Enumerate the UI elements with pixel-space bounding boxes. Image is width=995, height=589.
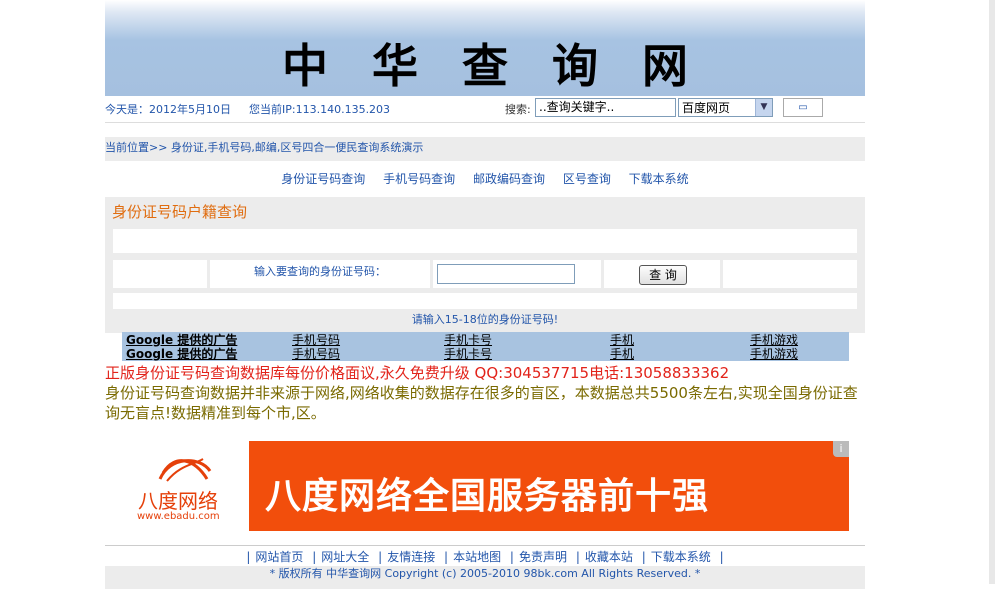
- footer-link-bookmark[interactable]: 收藏本站: [585, 550, 633, 564]
- ad-brand-name: 八度网络: [138, 489, 218, 513]
- panel-spacer-row: [113, 293, 857, 309]
- ad-link[interactable]: 手机号码: [292, 333, 340, 347]
- form-cell: [723, 260, 857, 288]
- panel-title: 身份证号码户籍查询: [112, 203, 248, 221]
- copyright: * 版权所有 中华查询网 Copyright (c) 2005-2010 98b…: [105, 566, 865, 589]
- current-date: 今天是：2012年5月10日: [105, 103, 231, 116]
- brand-logo-icon: [158, 458, 212, 482]
- panel-spacer-row: [113, 229, 857, 253]
- site-banner: 中华查询网: [105, 0, 865, 96]
- nav-postcode-query[interactable]: 邮政编码查询: [473, 172, 545, 186]
- footer-links: | 网站首页 | 网址大全 | 友情连接 | 本站地图 | 免责声明 | 收藏本站 | 下载本…: [246, 550, 724, 564]
- info-bar: 今天是：2012年5月10日 您当前IP:113.140.135.203 搜索:…: [105, 96, 865, 123]
- query-hint: 请输入15-18位的身份证号码!: [411, 313, 559, 326]
- search-engine-select[interactable]: 百度网页 ▼: [678, 98, 773, 117]
- page-container: 中华查询网 今天是：2012年5月10日 您当前IP:113.140.135.2…: [105, 0, 865, 589]
- promo-line-description: 身份证号码查询数据并非来源于网络,网络收集的数据存在很多的盲区，本数据总共550…: [105, 384, 858, 422]
- banner-ad[interactable]: 八度网络 www.ebadu.com 八度网络全国服务器前十强 i: [121, 441, 849, 531]
- site-title: 中华查询网: [282, 39, 732, 93]
- id-input-label: 输入要查询的身份证号码：: [210, 260, 430, 288]
- scrollbar[interactable]: [989, 0, 995, 584]
- query-form-row: 输入要查询的身份证号码： 查 询: [113, 260, 857, 288]
- ad-link[interactable]: 手机卡号: [444, 347, 492, 361]
- ad-logo: 八度网络 www.ebadu.com: [121, 441, 249, 531]
- form-cell: [113, 260, 207, 288]
- google-ad-links: Google 提供的广告 手机号码 手机卡号 手机 手机游戏 Google 提供…: [122, 332, 849, 361]
- ad-link[interactable]: 手机号码: [292, 347, 340, 361]
- promo-text: 正版身份证号码查询数据库每份价格面议,永久免费升级 QQ:304537715电话…: [105, 363, 865, 423]
- id-number-input[interactable]: [437, 264, 575, 284]
- ad-info-icon[interactable]: i: [833, 441, 849, 457]
- ad-link[interactable]: 手机游戏: [750, 333, 798, 347]
- ad-slogan: 八度网络全国服务器前十强: [265, 476, 710, 517]
- ad-link[interactable]: 手机: [610, 347, 634, 361]
- main-nav: 身份证号码查询 手机号码查询 邮政编码查询 区号查询 下载本系统: [105, 170, 865, 187]
- ad-brand-url: www.ebadu.com: [137, 511, 220, 522]
- id-query-panel: 身份证号码户籍查询 输入要查询的身份证号码： 查 询 请输入15-18位的身份证…: [105, 197, 865, 333]
- google-ad-label[interactable]: Google 提供的广告: [126, 333, 237, 347]
- ad-link[interactable]: 手机游戏: [750, 347, 798, 361]
- query-button[interactable]: 查 询: [639, 265, 687, 285]
- footer-link-disclaimer[interactable]: 免责声明: [519, 550, 567, 564]
- breadcrumb: 当前位置>> 身份证,手机号码,邮编,区号四合一便民查询系统演示: [105, 137, 865, 161]
- nav-mobile-query[interactable]: 手机号码查询: [383, 172, 455, 186]
- footer-link-download[interactable]: 下载本系统: [651, 550, 711, 564]
- search-button[interactable]: ▭: [783, 98, 823, 117]
- promo-line-sales: 正版身份证号码查询数据库每份价格面议,永久免费升级 QQ:304537715电话…: [105, 364, 730, 382]
- current-ip: 您当前IP:113.140.135.203: [249, 103, 391, 116]
- footer-link-sitemap[interactable]: 本站地图: [453, 550, 501, 564]
- ad-row: Google 提供的广告 手机号码 手机卡号 手机 手机游戏: [122, 347, 849, 361]
- footer: | 网站首页 | 网址大全 | 友情连接 | 本站地图 | 免责声明 | 收藏本站 | 下载本…: [105, 545, 865, 589]
- nav-id-query[interactable]: 身份证号码查询: [281, 172, 365, 186]
- search-engine-value: 百度网页: [682, 101, 731, 115]
- ad-link[interactable]: 手机: [610, 333, 634, 347]
- footer-link-home[interactable]: 网站首页: [255, 550, 303, 564]
- google-ad-label[interactable]: Google 提供的广告: [126, 347, 237, 361]
- search-input[interactable]: ..查询关键字..: [535, 98, 676, 117]
- ad-link[interactable]: 手机卡号: [444, 333, 492, 347]
- search-label: 搜索:: [505, 103, 531, 116]
- footer-link-friends[interactable]: 友情连接: [387, 550, 435, 564]
- footer-link-directory[interactable]: 网址大全: [321, 550, 369, 564]
- chevron-down-icon[interactable]: ▼: [755, 99, 772, 116]
- ad-row: Google 提供的广告 手机号码 手机卡号 手机 手机游戏: [122, 333, 849, 347]
- nav-download[interactable]: 下载本系统: [629, 172, 689, 186]
- nav-areacode-query[interactable]: 区号查询: [563, 172, 611, 186]
